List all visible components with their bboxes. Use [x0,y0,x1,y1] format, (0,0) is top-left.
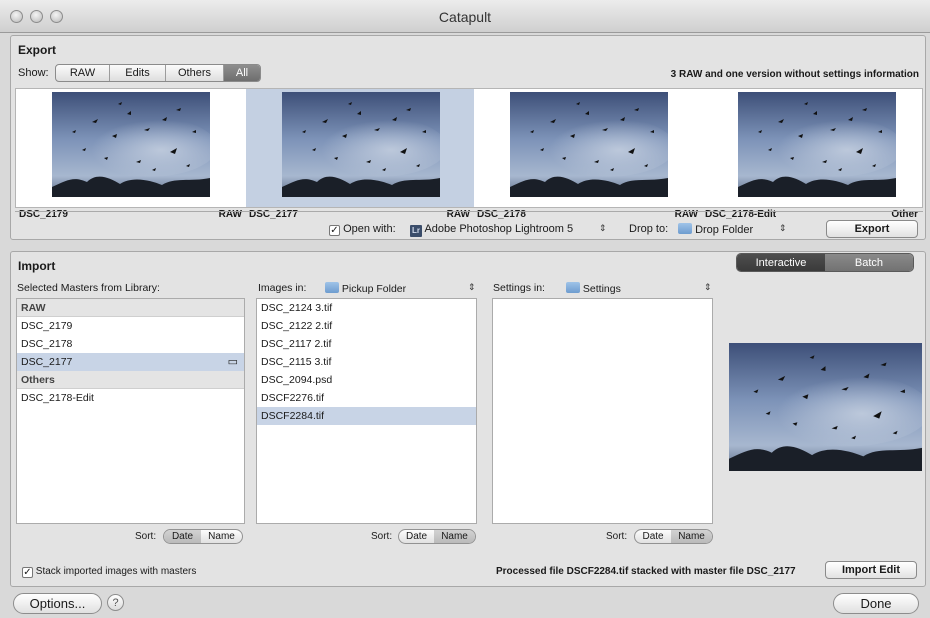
drop-folder-popup[interactable]: Drop Folder [678,223,753,236]
stepper-icon[interactable]: ⇕ [468,282,476,293]
images-folder-popup[interactable]: Pickup Folder [325,282,406,295]
app-name: Adobe Photoshop Lightroom 5 [424,223,574,235]
folder-icon [566,282,580,293]
show-filter-segmented: RAW Edits Others All [55,64,261,82]
mode-batch[interactable]: Batch [825,254,913,271]
options-button[interactable]: Options... [13,593,102,614]
photo-thumbnail [282,92,440,197]
app-popup[interactable]: Lr Adobe Photoshop Lightroom 5 [410,223,573,237]
drop-to-label: Drop to: [629,223,669,235]
done-button[interactable]: Done [833,593,919,614]
list-item[interactable]: DSC_2178 [17,335,244,353]
filter-edits[interactable]: Edits [110,65,166,81]
masters-list: RAW DSC_2179 DSC_2178 DSC_2177 ▭ Others … [16,298,245,524]
import-edit-button[interactable]: Import Edit [825,561,917,579]
import-section-title: Import [18,259,56,273]
stepper-icon[interactable]: ⇕ [599,223,607,234]
sort-name[interactable]: Name [201,530,242,543]
images-folder-name: Pickup Folder [341,283,407,295]
stack-label: Stack imported images with masters [35,566,197,577]
photo-thumbnail [510,92,668,197]
export-info-text: 3 RAW and one version without settings i… [670,69,919,80]
list-item-label: DSC_2177 [21,356,73,368]
photo-thumbnail [52,92,210,197]
photo-thumbnail [738,92,896,197]
list-item[interactable]: DSC_2117 2.tif [257,335,476,353]
export-thumbnail-strip: DSC_2179 RAW DSC_2177 RAW DSC_2178 RAW D… [15,88,923,220]
list-item[interactable]: DSC_2115 3.tif [257,353,476,371]
images-list: DSC_2124 3.tif DSC_2122 2.tif DSC_2117 2… [256,298,477,524]
list-item-selected[interactable]: DSC_2177 ▭ [17,353,244,371]
images-in-label: Images in: [258,282,307,294]
sort-segmented: Date Name [163,529,243,544]
export-thumb-1[interactable]: DSC_2179 RAW [16,89,246,220]
export-button[interactable]: Export [826,220,918,238]
drop-folder-name: Drop Folder [695,224,754,236]
sort-segmented: Date Name [634,529,713,544]
sort-label: Sort: [371,531,393,542]
window-title: Catapult [438,9,492,25]
sort-label: Sort: [606,531,628,542]
sort-date[interactable]: Date [164,530,202,543]
list-group-header: RAW [17,299,244,317]
divider [15,211,923,212]
stack-icon: ▭ [227,356,238,368]
list-group-header: Others [17,371,244,389]
import-status-text: Processed file DSCF2284.tif stacked with… [496,566,796,577]
mode-interactive[interactable]: Interactive [737,254,825,271]
list-item[interactable]: DSC_2094.psd [257,371,476,389]
show-label: Show: [18,67,49,79]
help-icon[interactable]: ? [107,594,124,611]
title-bar: Catapult [0,0,930,33]
list-item[interactable]: DSC_2179 [17,317,244,335]
preview-image [729,343,922,471]
settings-in-label: Settings in: [493,282,545,294]
mode-segmented: Interactive Batch [736,253,914,272]
bottom-bar: Options... ? Done [0,590,930,618]
list-item[interactable]: DSC_2122 2.tif [257,317,476,335]
list-item[interactable]: DSCF2276.tif [257,389,476,407]
export-thumb-3[interactable]: DSC_2178 RAW [474,89,702,220]
masters-label: Selected Masters from Library: [17,282,160,294]
settings-folder-popup[interactable]: Settings [566,282,621,295]
folder-icon [325,282,339,293]
settings-list [492,298,713,524]
sort-label: Sort: [135,531,157,542]
list-item[interactable]: DSC_2178-Edit [17,389,244,407]
sort-date[interactable]: Date [399,530,434,543]
open-with-label: Open with: [343,223,396,235]
stack-checkbox-control[interactable]: ✓ Stack imported images with masters [22,566,196,578]
stepper-icon[interactable]: ⇕ [779,223,787,234]
lightroom-icon: Lr [410,225,422,237]
checkbox-icon[interactable]: ✓ [22,567,33,578]
filter-raw[interactable]: RAW [56,65,110,81]
folder-icon [678,223,692,234]
sort-name[interactable]: Name [671,530,712,543]
sort-segmented: Date Name [398,529,476,544]
list-item[interactable]: DSC_2124 3.tif [257,299,476,317]
export-section-title: Export [18,43,57,57]
export-thumb-2[interactable]: DSC_2177 RAW [246,89,474,220]
export-thumb-4[interactable]: DSC_2178-Edit Other [702,89,922,220]
filter-others[interactable]: Others [166,65,224,81]
sort-date[interactable]: Date [635,530,671,543]
settings-folder-name: Settings [582,283,621,295]
sort-name[interactable]: Name [434,530,475,543]
filter-all[interactable]: All [224,65,260,81]
stepper-icon[interactable]: ⇕ [704,282,712,293]
export-panel: Export Show: RAW Edits Others All 3 RAW … [10,35,926,240]
list-item-selected[interactable]: DSCF2284.tif [257,407,476,425]
open-with-control[interactable]: ✓ Open with: [329,223,396,236]
checkbox-icon[interactable]: ✓ [329,225,340,236]
